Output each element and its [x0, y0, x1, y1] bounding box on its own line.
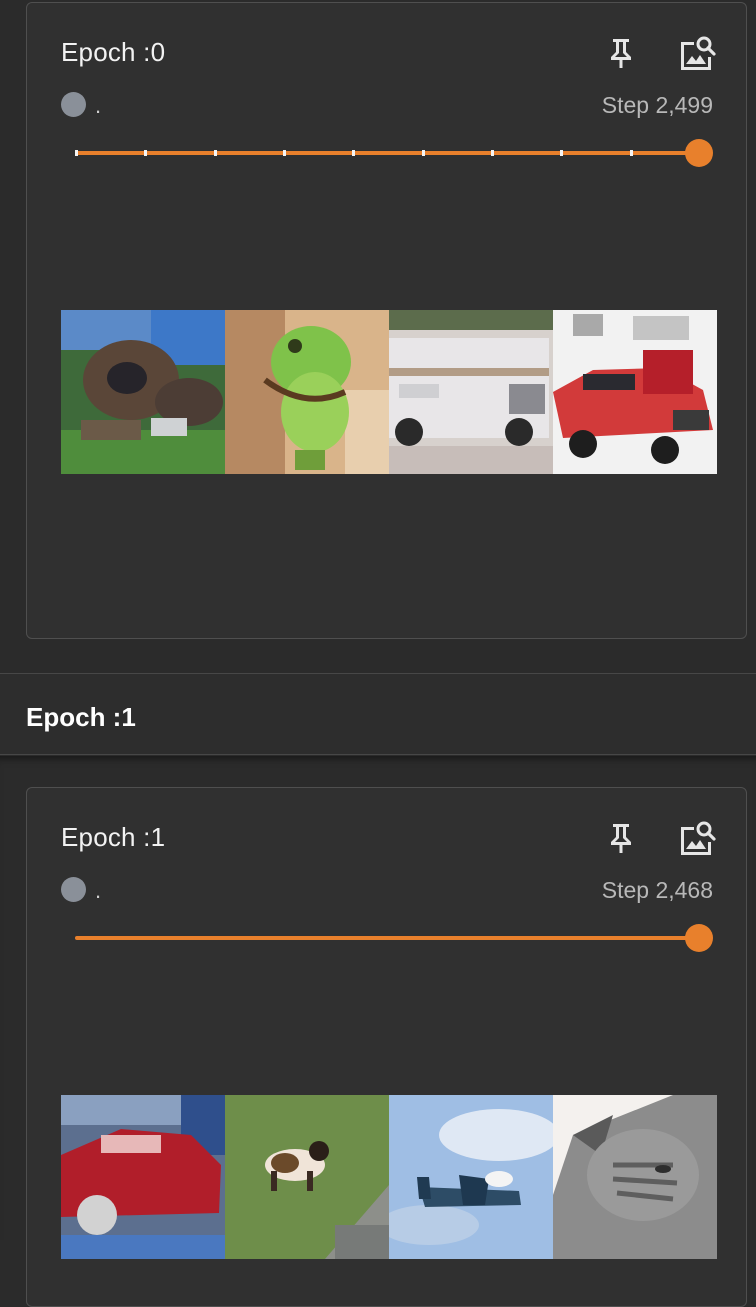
slider-tick: [75, 150, 78, 156]
epoch-0-section: Epoch :0 . Step 2,499: [0, 0, 756, 672]
sample-image-truck[interactable]: [389, 310, 553, 474]
step-slider[interactable]: [75, 138, 715, 168]
group-header[interactable]: Epoch :1: [0, 673, 756, 755]
slider-tick: [630, 150, 633, 156]
image-card-epoch-0: Epoch :0 . Step 2,499: [26, 2, 747, 639]
card-title: Epoch :0: [61, 37, 166, 67]
sample-image-red-car[interactable]: [553, 310, 717, 474]
slider-track: [75, 936, 699, 940]
image-search-icon: [681, 36, 716, 70]
image-card-epoch-1: Epoch :1 . Step 2,468: [26, 787, 747, 1307]
run-color-dot: [61, 877, 86, 902]
group-title: Epoch :1: [26, 702, 136, 732]
sample-image-dog[interactable]: [61, 310, 225, 474]
slider-tick: [144, 150, 147, 156]
run-label: .: [95, 93, 102, 118]
run-label: .: [95, 878, 102, 903]
sample-image-frog[interactable]: [225, 310, 389, 474]
slider-tick: [283, 150, 286, 156]
image-search-icon: [681, 821, 716, 855]
slider-tick: [352, 150, 355, 156]
fullscreen-image-button[interactable]: [677, 818, 717, 858]
slider-tick: [491, 150, 494, 156]
sample-image-red-car[interactable]: [61, 1095, 225, 1259]
sample-image-dog[interactable]: [225, 1095, 389, 1259]
step-slider[interactable]: [75, 923, 715, 953]
pin-button[interactable]: [601, 33, 641, 73]
sample-image-cat[interactable]: [553, 1095, 717, 1259]
slider-tick: [422, 150, 425, 156]
pin-button[interactable]: [601, 818, 641, 858]
slider-tick: [560, 150, 563, 156]
run-color-dot: [61, 92, 86, 117]
slider-track: [75, 151, 699, 155]
slider-thumb[interactable]: [685, 924, 713, 952]
step-label: Step 2,499: [601, 92, 713, 118]
step-label: Step 2,468: [601, 877, 713, 903]
fullscreen-image-button[interactable]: [677, 33, 717, 73]
image-strip[interactable]: [61, 1095, 717, 1259]
slider-thumb[interactable]: [685, 139, 713, 167]
card-title: Epoch :1: [61, 822, 166, 852]
slider-tick: [214, 150, 217, 156]
pin-icon: [611, 39, 631, 68]
pin-icon: [611, 824, 631, 853]
sample-image-airplane[interactable]: [389, 1095, 553, 1259]
image-strip[interactable]: [61, 310, 717, 474]
